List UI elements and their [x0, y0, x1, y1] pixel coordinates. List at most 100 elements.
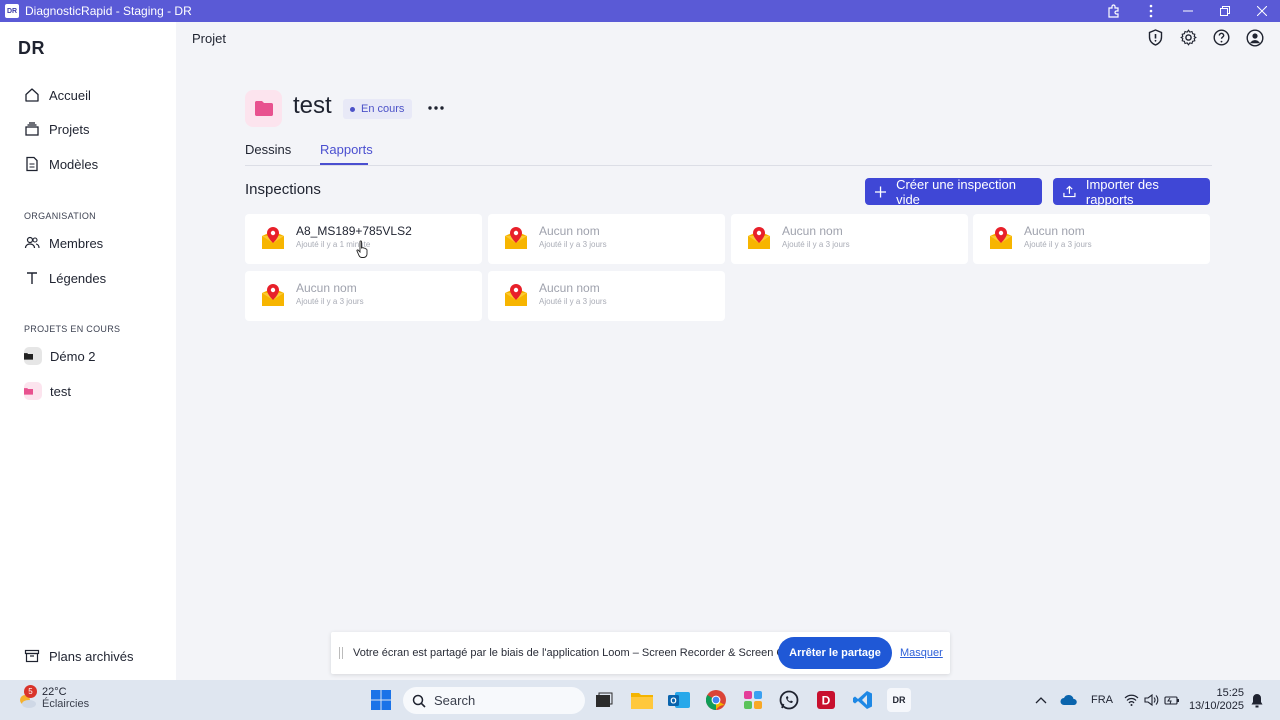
map-pin-icon: [505, 284, 527, 306]
taskbar-search[interactable]: Search: [403, 687, 585, 714]
vscode-icon[interactable]: [851, 688, 875, 712]
extensions-icon[interactable]: [1095, 0, 1132, 22]
outlook-icon[interactable]: O: [667, 688, 691, 712]
onedrive-icon[interactable]: [1060, 680, 1078, 720]
breadcrumb[interactable]: Projet: [192, 31, 226, 46]
sidebar-item-label: Accueil: [49, 87, 91, 103]
shield-icon[interactable]: [1146, 28, 1165, 47]
status-badge: En cours: [343, 99, 413, 119]
gear-icon[interactable]: [1179, 28, 1198, 47]
sidebar-item-label: test: [50, 383, 71, 399]
tab-dessins[interactable]: Dessins: [245, 142, 291, 157]
map-pin-icon: [748, 227, 770, 249]
sidebar-item-modeles[interactable]: Modèles: [24, 152, 98, 176]
whatsapp-icon[interactable]: [777, 688, 801, 712]
weather-temperature: 22°C: [42, 686, 67, 698]
sidebar-project-demo-2[interactable]: Démo 2: [24, 344, 96, 368]
home-icon: [25, 88, 39, 102]
inspection-name: Aucun nom: [296, 281, 357, 295]
close-icon[interactable]: [1243, 0, 1280, 22]
map-pin-icon: [505, 227, 527, 249]
inspection-card[interactable]: Aucun nom Ajouté il y a 3 jours: [488, 271, 725, 321]
inspection-card[interactable]: Aucun nom Ajouté il y a 3 jours: [973, 214, 1210, 264]
chevron-up-icon: [1035, 697, 1047, 704]
account-icon[interactable]: [1245, 28, 1264, 47]
plus-icon: [875, 185, 887, 198]
inspection-card[interactable]: Aucun nom Ajouté il y a 3 jours: [245, 271, 482, 321]
weather-widget[interactable]: 5 22°C Éclaircies: [17, 685, 90, 710]
folder-icon: [24, 382, 42, 400]
sidebar-brand[interactable]: DR: [18, 38, 45, 59]
show-hidden-icons[interactable]: [1035, 680, 1047, 720]
sidebar-item-label: Plans archivés: [49, 648, 134, 664]
import-reports-button[interactable]: Importer des rapports: [1053, 176, 1210, 207]
notifications-icon[interactable]: [1250, 680, 1264, 720]
status-dot: [350, 106, 355, 112]
clock-date: 13/10/2025: [1188, 700, 1244, 712]
taskbar: 5 22°C Éclaircies Search O D DR FRA 15:2…: [0, 680, 1280, 720]
window-title: DiagnosticRapid - Staging - DR: [25, 4, 192, 18]
screen-share-banner: Votre écran est partagé par le biais de …: [331, 632, 950, 674]
import-reports-label: Importer des rapports: [1085, 176, 1159, 207]
inspection-name: Aucun nom: [539, 224, 600, 238]
drag-handle-icon[interactable]: [339, 647, 343, 659]
create-inspection-button[interactable]: Créer une inspection vide: [865, 176, 1042, 207]
sidebar: DR Accueil Projets Modèles ORGANISATION …: [0, 22, 176, 680]
app-logo-text: DR: [892, 695, 906, 705]
sidebar-item-label: Démo 2: [50, 348, 96, 364]
wifi-icon[interactable]: [1124, 680, 1139, 720]
weather-description: Éclaircies: [42, 698, 90, 710]
stop-sharing-button[interactable]: Arrêter le partage: [778, 637, 892, 669]
app-logo: DR: [5, 4, 19, 18]
archive-icon: [24, 649, 40, 663]
app-d-icon[interactable]: D: [814, 688, 838, 712]
inspection-added: Ajouté il y a 3 jours: [539, 240, 607, 249]
layers-icon: [25, 122, 39, 136]
map-pin-icon: [262, 227, 284, 249]
weather-badge: 5: [24, 685, 37, 698]
battery-icon[interactable]: [1164, 680, 1180, 720]
folder-icon: [24, 347, 42, 365]
diagnosticrapid-app-icon[interactable]: DR: [887, 688, 911, 712]
project-folder-icon: [245, 90, 282, 127]
restore-icon[interactable]: [1206, 0, 1243, 22]
language-indicator[interactable]: FRA: [1091, 680, 1113, 720]
help-icon[interactable]: [1212, 28, 1231, 47]
more-options-icon[interactable]: [426, 98, 446, 118]
sidebar-item-label: Membres: [49, 235, 104, 251]
minimize-icon[interactable]: [1169, 0, 1206, 22]
hide-banner-link[interactable]: Masquer: [900, 647, 943, 659]
inspection-name: Aucun nom: [1024, 224, 1085, 238]
sidebar-project-test[interactable]: test: [24, 379, 71, 403]
kebab-menu-icon[interactable]: [1132, 0, 1169, 22]
status-label: En cours: [361, 103, 405, 115]
text-icon: [27, 272, 37, 284]
document-icon: [26, 156, 38, 172]
chrome-icon[interactable]: [704, 688, 728, 712]
inspection-card[interactable]: Aucun nom Ajouté il y a 3 jours: [731, 214, 968, 264]
file-explorer-icon[interactable]: [630, 688, 654, 712]
task-view-icon[interactable]: [592, 688, 616, 712]
search-placeholder: Search: [434, 693, 476, 708]
project-title: test: [293, 92, 332, 119]
sidebar-item-accueil[interactable]: Accueil: [24, 83, 91, 107]
tab-rapports[interactable]: Rapports: [320, 142, 373, 157]
copilot-icon[interactable]: [741, 688, 765, 712]
inspection-name: A8_MS189+785VLS2: [296, 224, 412, 238]
inspection-name: Aucun nom: [782, 224, 843, 238]
windows-start-icon[interactable]: [369, 688, 393, 712]
sidebar-item-membres[interactable]: Membres: [24, 231, 103, 255]
inspection-card[interactable]: Aucun nom Ajouté il y a 3 jours: [488, 214, 725, 264]
sidebar-item-legendes[interactable]: Légendes: [24, 266, 106, 290]
taskbar-clock[interactable]: 15:25 13/10/2025: [1189, 687, 1244, 713]
inspections-title: Inspections: [245, 181, 321, 198]
inspection-added: Ajouté il y a 3 jours: [539, 297, 607, 306]
volume-icon[interactable]: [1144, 680, 1159, 720]
screen-share-message: Votre écran est partagé par le biais de …: [353, 647, 819, 659]
active-tab-indicator: [320, 163, 368, 165]
create-inspection-label: Créer une inspection vide: [896, 176, 1017, 207]
projects-section-label: PROJETS EN COURS: [24, 324, 121, 334]
inspection-name: Aucun nom: [539, 281, 600, 295]
sidebar-item-projets[interactable]: Projets: [24, 117, 89, 141]
sidebar-item-archived[interactable]: Plans archivés: [24, 644, 134, 668]
